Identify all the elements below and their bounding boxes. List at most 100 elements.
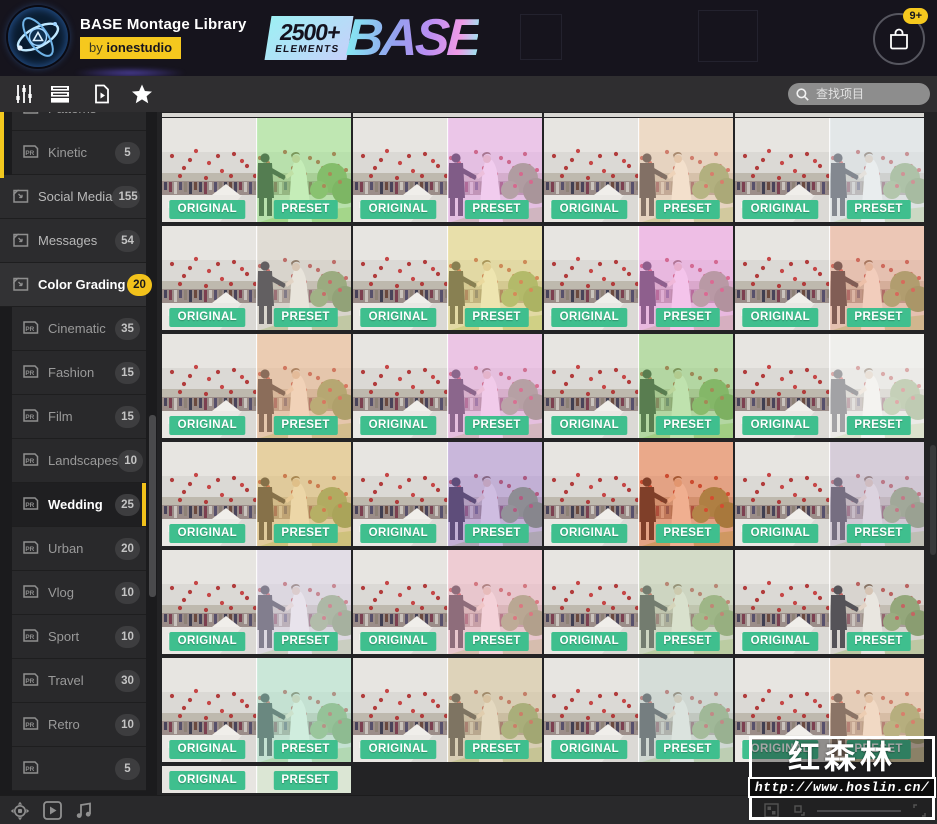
motion-pad-icon[interactable]: [10, 801, 30, 821]
search-input[interactable]: [814, 86, 922, 102]
sidebar-item-messages[interactable]: Messages 54: [0, 219, 146, 263]
sidebar-item-kinetic[interactable]: PR Kinetic 5: [12, 131, 146, 175]
preset-tile[interactable]: ORIGINAL PRESET: [353, 442, 542, 546]
sidebar-item-clipped[interactable]: PR 5: [12, 747, 146, 791]
preset-tile[interactable]: ORIGINAL PRESET: [353, 550, 542, 654]
original-label: ORIGINAL: [742, 524, 819, 543]
original-label: ORIGINAL: [551, 524, 628, 543]
pr-file-icon: PR: [22, 452, 40, 470]
svg-text:PR: PR: [25, 678, 34, 685]
sidebar-item-label: Wedding: [48, 497, 103, 512]
preset-label: PRESET: [846, 632, 911, 651]
preset-label: PRESET: [273, 632, 338, 651]
header-decoration: [520, 14, 562, 60]
preset-tile[interactable]: ORIGINAL PRESET: [162, 442, 351, 546]
original-label: ORIGINAL: [360, 632, 437, 651]
byline-prefix: by: [89, 40, 103, 55]
sidebar-item-travel[interactable]: PR Travel 30: [12, 659, 146, 703]
sidebar-item-fashion[interactable]: PR Fashion 15: [12, 351, 146, 395]
sidebar-item-label: Fashion: [48, 365, 95, 380]
preset-tile[interactable]: ORIGINAL PRESET: [544, 658, 733, 762]
preset-tile-partial[interactable]: ORIGINAL PRESET: [162, 766, 351, 793]
preset-label: PRESET: [846, 416, 911, 435]
cart-button[interactable]: 9+: [873, 8, 928, 65]
preset-tile[interactable]: ORIGINAL PRESET: [162, 226, 351, 330]
preset-tile[interactable]: ORIGINAL PRESET: [735, 334, 924, 438]
item-count-badge: 5: [115, 141, 140, 164]
folder-icon: [12, 188, 30, 206]
sidebar-list: PRPatterns PRKinetic5 Social Media155 Me…: [0, 112, 157, 791]
original-label: ORIGINAL: [169, 308, 246, 327]
svg-text:PR: PR: [25, 112, 34, 113]
preset-tile[interactable]: ORIGINAL PRESET: [544, 550, 733, 654]
preset-label: PRESET: [273, 308, 338, 327]
original-label: ORIGINAL: [169, 200, 246, 219]
app-title: BASE Montage Library: [80, 16, 247, 33]
music-note-icon[interactable]: [74, 801, 94, 821]
preset-label: PRESET: [846, 524, 911, 543]
preset-label: PRESET: [655, 740, 720, 759]
preset-tile[interactable]: ORIGINAL PRESET: [735, 442, 924, 546]
preset-tile[interactable]: ORIGINAL PRESET: [544, 442, 733, 546]
item-count-badge: 35: [115, 317, 140, 340]
expanded-group-indicator: [0, 112, 4, 178]
sidebar-item-retro[interactable]: PR Retro 10: [12, 703, 146, 747]
preset-tile[interactable]: ORIGINAL PRESET: [353, 658, 542, 762]
preset-tile[interactable]: ORIGINAL PRESET: [162, 658, 351, 762]
scrolled-row-sliver: [162, 113, 924, 117]
preset-tile[interactable]: ORIGINAL PRESET: [735, 118, 924, 222]
list-view-icon[interactable]: [48, 82, 72, 106]
preset-label: PRESET: [846, 200, 911, 219]
svg-text:PR: PR: [25, 634, 34, 641]
original-label: ORIGINAL: [169, 524, 246, 543]
original-label: ORIGINAL: [360, 200, 437, 219]
item-count-badge: 5: [115, 757, 140, 780]
preset-label: PRESET: [655, 416, 720, 435]
item-count-badge: 15: [115, 361, 140, 384]
filter-sliders-icon[interactable]: [12, 82, 36, 106]
byline-author: ionestudio: [106, 40, 173, 55]
elements-label: ELEMENTS: [274, 44, 341, 55]
pr-file-icon: PR: [22, 760, 40, 778]
sidebar-item-vlog[interactable]: PR Vlog 10: [12, 571, 146, 615]
main-scrollbar-thumb[interactable]: [930, 445, 936, 555]
preset-tile[interactable]: ORIGINAL PRESET: [735, 226, 924, 330]
sidebar-item-landscapes[interactable]: PR Landscapes 10: [12, 439, 146, 483]
pr-file-icon: PR: [22, 144, 40, 162]
preset-tile[interactable]: ORIGINAL PRESET: [162, 118, 351, 222]
sidebar-item-cinematic[interactable]: PR Cinematic 35: [12, 307, 146, 351]
sidebar-item-color-grading[interactable]: Color Grading 20: [0, 263, 152, 307]
pr-file-icon: PR: [22, 584, 40, 602]
watermark-title: 红森林: [787, 739, 896, 775]
watermark-overlay: 红森林 http://www.hoslin.cn/: [747, 736, 937, 820]
preset-tile[interactable]: ORIGINAL PRESET: [353, 118, 542, 222]
preset-tile[interactable]: ORIGINAL PRESET: [544, 334, 733, 438]
pr-file-icon: PR: [22, 320, 40, 338]
original-label: ORIGINAL: [169, 771, 246, 790]
preset-tile[interactable]: ORIGINAL PRESET: [353, 334, 542, 438]
item-count-badge: 30: [115, 669, 140, 692]
sidebar-item-wedding[interactable]: PR Wedding 25: [12, 483, 146, 527]
preset-tile[interactable]: ORIGINAL PRESET: [544, 118, 733, 222]
svg-text:PR: PR: [25, 590, 34, 597]
play-square-icon[interactable]: [42, 801, 62, 821]
preset-tile[interactable]: ORIGINAL PRESET: [162, 334, 351, 438]
sidebar-item-urban[interactable]: PR Urban 20: [12, 527, 146, 571]
sidebar-item-patterns[interactable]: PR Patterns: [12, 112, 146, 131]
preset-tile[interactable]: ORIGINAL PRESET: [544, 226, 733, 330]
preset-tile[interactable]: ORIGINAL PRESET: [735, 550, 924, 654]
item-count-badge: 10: [118, 449, 144, 472]
preset-label: PRESET: [846, 308, 911, 327]
sidebar-item-film[interactable]: PR Film 15: [12, 395, 146, 439]
sidebar-scrollbar-thumb[interactable]: [149, 415, 156, 597]
sidebar-item-social-media[interactable]: Social Media 155: [0, 175, 146, 219]
project-file-icon[interactable]: [90, 82, 114, 106]
folder-icon: [12, 232, 30, 250]
preset-label: PRESET: [464, 740, 529, 759]
favorites-star-icon[interactable]: [130, 82, 154, 106]
item-count-badge: 10: [115, 625, 140, 648]
item-count-badge: 25: [115, 493, 140, 516]
sidebar-item-sport[interactable]: PR Sport 10: [12, 615, 146, 659]
preset-tile[interactable]: ORIGINAL PRESET: [353, 226, 542, 330]
preset-tile[interactable]: ORIGINAL PRESET: [162, 550, 351, 654]
